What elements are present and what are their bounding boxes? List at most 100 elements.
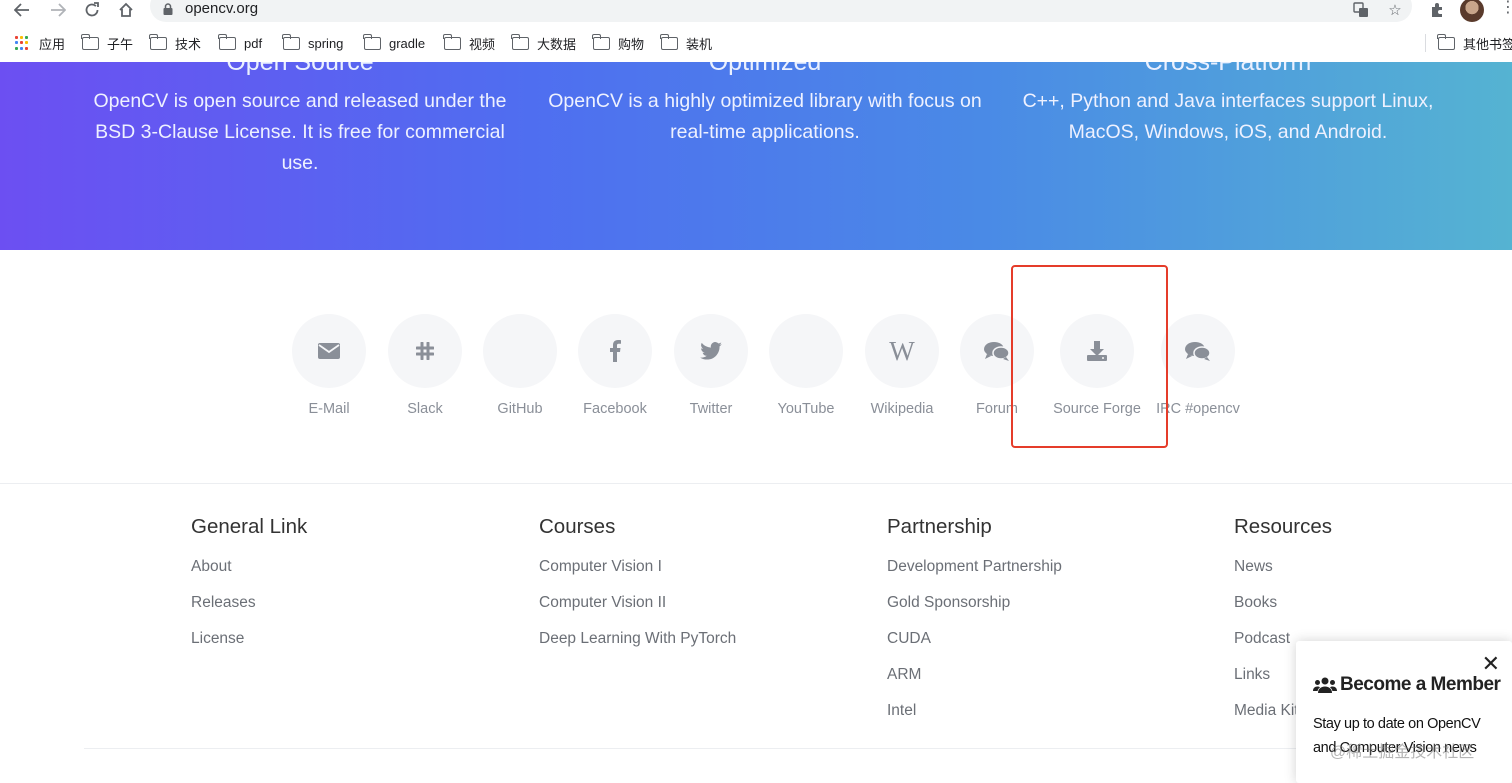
bookmark-folder[interactable]: 装机 xyxy=(660,33,713,53)
folder-icon xyxy=(592,33,610,50)
footer-link-cuda[interactable]: CUDA xyxy=(887,629,1062,665)
bookmark-label: spring xyxy=(308,35,344,51)
folder-icon xyxy=(149,33,167,50)
feature-cross-platform: Cross-Platform C++, Python and Java inte… xyxy=(1008,62,1448,148)
social-label: Twitter xyxy=(689,401,733,417)
footer-heading: General Link xyxy=(191,515,308,538)
watermark-text: @稀土掘金技术社区 xyxy=(1330,744,1475,761)
folder-icon xyxy=(81,33,99,50)
social-email[interactable]: E-Mail xyxy=(274,314,384,417)
social-github[interactable]: GitHub xyxy=(465,314,575,417)
comments-icon xyxy=(984,342,1010,361)
social-twitter[interactable]: Twitter xyxy=(656,314,766,417)
bookmark-folder[interactable]: 购物 xyxy=(592,33,645,53)
social-label: YouTube xyxy=(777,401,835,417)
feature-open-source: Open Source OpenCV is open source and re… xyxy=(80,62,520,179)
footer-link-releases[interactable]: Releases xyxy=(191,593,307,629)
bookmark-folder[interactable]: gradle xyxy=(363,33,426,53)
bookmark-label: 其他书签 xyxy=(1463,36,1512,52)
comments-icon xyxy=(1185,342,1211,361)
social-facebook[interactable]: Facebook xyxy=(560,314,670,417)
bookmark-label: 大数据 xyxy=(537,36,577,52)
envelope-icon xyxy=(318,343,340,359)
footer-heading: Courses xyxy=(539,515,616,538)
feature-text: OpenCV is open source and released under… xyxy=(93,90,507,174)
bookmark-separator xyxy=(1425,34,1426,52)
url-text[interactable]: opencv.org xyxy=(185,0,258,17)
social-slack[interactable]: Slack xyxy=(370,314,480,417)
footer-link-dl-pytorch[interactable]: Deep Learning With PyTorch xyxy=(539,629,736,665)
bookmark-folder[interactable]: spring xyxy=(282,33,344,53)
footer-col-courses: Courses Computer Vision I Computer Visio… xyxy=(539,515,736,665)
bookmark-label: 视频 xyxy=(469,36,496,52)
wikipedia-icon: W xyxy=(889,335,915,366)
bookmark-label: pdf xyxy=(244,35,263,51)
bookmark-label: 装机 xyxy=(686,36,713,52)
footer-col-partnership: Partnership Development Partnership Gold… xyxy=(887,515,1062,737)
feature-title: Open Source xyxy=(226,62,374,76)
bookmark-label: 应用 xyxy=(39,36,66,52)
star-icon[interactable]: ☆ xyxy=(1384,0,1406,20)
social-label: Slack xyxy=(407,401,443,417)
footer-heading: Resources xyxy=(1234,515,1332,538)
footer-link-books[interactable]: Books xyxy=(1234,593,1332,629)
popup-title-text: Become a Member xyxy=(1340,674,1501,695)
folder-icon xyxy=(660,33,678,50)
footer-heading: Partnership xyxy=(887,515,992,538)
folder-icon xyxy=(511,33,529,50)
bookmark-folder[interactable]: pdf xyxy=(218,33,263,53)
bookmark-other[interactable]: 其他书签 xyxy=(1437,33,1512,53)
popup-title: Become a Member xyxy=(1313,674,1501,696)
bookmark-folder[interactable]: 技术 xyxy=(149,33,202,53)
footer-link-arm[interactable]: ARM xyxy=(887,665,1062,701)
bookmarks-bar: 应用 子午 技术 pdf spring gradle 视频 大数据 购物 装机 … xyxy=(0,24,1512,62)
feature-text: OpenCV is a highly optimized library wit… xyxy=(548,90,982,143)
footer-link-cv1[interactable]: Computer Vision I xyxy=(539,557,736,593)
footer-link-cv2[interactable]: Computer Vision II xyxy=(539,593,736,629)
reload-icon[interactable] xyxy=(80,0,104,20)
footer-col-general: General Link About Releases License xyxy=(191,515,307,665)
social-wikipedia[interactable]: W Wikipedia xyxy=(847,314,957,417)
folder-icon xyxy=(363,33,381,50)
translate-icon[interactable] xyxy=(1350,0,1372,20)
users-icon xyxy=(1313,677,1337,693)
bookmark-folder[interactable]: 大数据 xyxy=(511,33,577,53)
bookmark-folder[interactable]: 子午 xyxy=(81,33,134,53)
profile-avatar[interactable] xyxy=(1460,0,1484,22)
folder-icon xyxy=(1437,33,1455,50)
social-label: Wikipedia xyxy=(870,401,934,417)
footer-link-gold[interactable]: Gold Sponsorship xyxy=(887,593,1062,629)
footer-link-intel[interactable]: Intel xyxy=(887,701,1062,737)
footer-link-license[interactable]: License xyxy=(191,629,307,665)
facebook-icon xyxy=(610,340,621,362)
social-youtube[interactable]: YouTube xyxy=(751,314,861,417)
social-label: Facebook xyxy=(583,401,647,417)
extensions-icon[interactable] xyxy=(1426,0,1448,20)
forward-arrow-icon[interactable] xyxy=(46,0,70,20)
bookmark-label: 技术 xyxy=(175,36,202,52)
lock-icon xyxy=(163,3,173,15)
folder-icon xyxy=(282,33,300,50)
bookmark-label: 子午 xyxy=(107,36,134,52)
menu-icon[interactable]: ⋮ xyxy=(1500,0,1512,20)
feature-title: Optimized xyxy=(708,62,822,76)
footer-link-dev-partnership[interactable]: Development Partnership xyxy=(887,557,1062,593)
feature-title: Cross-Platform xyxy=(1144,62,1312,76)
back-arrow-icon[interactable] xyxy=(10,0,34,20)
footer-link-about[interactable]: About xyxy=(191,557,307,593)
footer-bottom-divider xyxy=(84,748,1428,749)
feature-text: C++, Python and Java interfaces support … xyxy=(1022,90,1434,143)
annotation-highlight-box xyxy=(1011,265,1168,448)
folder-icon xyxy=(218,33,236,50)
browser-toolbar: opencv.org ☆ ⋮ xyxy=(0,0,1512,24)
home-icon[interactable] xyxy=(114,0,138,20)
footer-link-news[interactable]: News xyxy=(1234,557,1332,593)
apps-grid-icon xyxy=(15,36,29,50)
bookmark-folder[interactable]: 视频 xyxy=(443,33,496,53)
bookmark-label: gradle xyxy=(389,35,426,51)
slack-icon xyxy=(416,342,434,360)
bookmark-apps[interactable]: 应用 xyxy=(15,33,65,53)
address-bar[interactable]: opencv.org xyxy=(150,0,1412,22)
features-hero: Open Source OpenCV is open source and re… xyxy=(0,62,1512,250)
bookmark-label: 购物 xyxy=(618,36,645,52)
